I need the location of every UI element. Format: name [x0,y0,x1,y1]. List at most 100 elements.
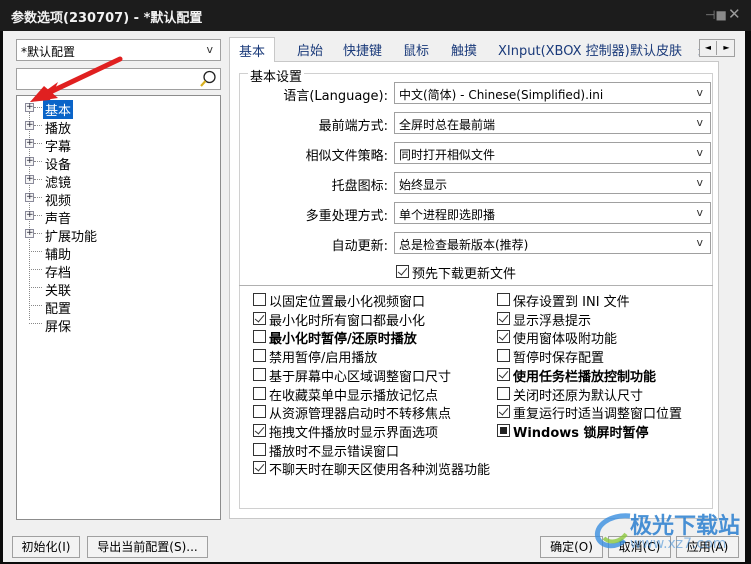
setting-select-value: 始终显示 [399,178,448,192]
checkbox-box[interactable] [497,386,510,400]
checkbox-box[interactable] [253,311,266,325]
checkbox-label: 使用窗体吸附功能 [513,332,618,348]
magnifier-icon[interactable] [199,70,217,88]
checkbox-label: 预先下载更新文件 [412,267,517,282]
tree-item[interactable]: 辅助 [17,243,197,263]
tree-item[interactable]: 存档 [17,261,197,281]
expand-icon[interactable]: + [25,193,34,202]
profile-select-value: *默认配置 [21,45,76,59]
cancel-button[interactable]: 取消(C) [608,536,671,558]
expand-icon[interactable]: + [25,211,34,220]
setting-select[interactable]: 单个进程即选即播 v [394,202,711,224]
tree-item[interactable]: + 滤镜 [17,171,197,191]
checkbox-label: 在收藏菜单中显示播放记忆点 [269,388,439,404]
checkbox-box[interactable] [497,311,510,325]
expand-icon[interactable]: + [25,157,34,166]
checkbox-label: 关闭时还原为默认尺寸 [513,388,644,404]
expand-icon[interactable]: + [25,139,34,148]
tree-connector [34,161,42,162]
checkbox-box[interactable] [253,293,266,306]
checkbox-box[interactable] [497,367,510,381]
checkbox-label: 显示浮悬提示 [513,313,592,329]
chevron-down-icon: v [696,116,703,129]
checkbox-box[interactable] [253,330,266,344]
checkbox-label: 播放时不显示错误窗口 [269,444,400,460]
expand-icon[interactable]: + [25,175,34,184]
checkbox-box[interactable] [253,423,266,437]
tree-item[interactable]: 配置 [17,297,197,317]
divider [239,285,713,286]
setting-label: 最前端方式: [318,119,388,134]
tree-connector [29,287,42,288]
export-config-button[interactable]: 导出当前配置(S)... [87,536,208,558]
checkbox-label: 暂停时保存配置 [513,351,605,367]
tree-item[interactable]: + 声音 [17,207,197,227]
checkbox-box[interactable] [253,367,266,381]
tab-2[interactable]: 快捷键 [343,40,382,59]
tab-6[interactable]: 默认皮肤 [630,40,682,59]
chevron-down-icon: v [206,43,213,56]
tree-connector [34,143,42,144]
tree-item[interactable]: + 基本 [17,99,197,119]
tree-connector [29,269,42,270]
setting-select[interactable]: 同时打开相似文件 v [394,142,711,164]
tab-5[interactable]: XInput(XBOX 控制器) [498,40,630,59]
checkbox-box[interactable] [497,349,510,363]
checkbox-label: 从资源管理器启动时不转移焦点 [269,407,452,423]
checkbox-box[interactable] [253,442,266,456]
expand-icon[interactable]: + [25,103,34,112]
tab-4[interactable]: 触摸 [451,40,477,59]
search-input[interactable] [16,68,221,90]
checkbox-label: 最小化时所有窗口都最小化 [269,313,426,329]
ok-button[interactable]: 确定(O) [540,536,603,558]
tree-item[interactable]: 屏保 [17,315,197,335]
checkbox-box[interactable] [396,265,409,278]
setting-label: 多重处理方式: [305,209,388,224]
pin-icon[interactable]: ⊣■ [705,8,727,22]
checkbox-box[interactable] [497,293,510,306]
tree-item[interactable]: + 扩展功能 [17,225,197,245]
tab-scroll-buttons: ◄ ► [699,39,735,57]
checkbox-box[interactable] [253,405,266,419]
expand-icon[interactable]: + [25,229,34,238]
setting-select[interactable]: 总是检查最新版本(推荐) v [394,232,711,254]
tree-item[interactable]: + 设备 [17,153,197,173]
category-tree[interactable]: + 基本 + 播放 + 字幕 + 设备 + 滤镜 + 视频 + 声音 + 扩展功能 辅助 存档 关联 配置屏保 [16,95,221,520]
close-icon[interactable]: ✕ [728,5,741,23]
checkbox-box[interactable] [253,386,266,400]
checkbox-label: 保存设置到 INI 文件 [513,295,630,310]
tree-item[interactable]: + 视频 [17,189,197,209]
checkbox-box[interactable] [253,461,266,475]
setting-select-value: 中文(简体) - Chinese(Simplified).ini [399,88,604,102]
setting-select[interactable]: 始终显示 v [394,172,711,194]
setting-select[interactable]: 全屏时总在最前端 v [394,112,711,134]
tree-connector [34,233,42,234]
checkbox-box[interactable] [497,405,510,419]
tree-item[interactable]: 关联 [17,279,197,299]
init-button[interactable]: 初始化(I) [12,536,80,558]
tree-connector [29,305,42,306]
tree-connector [34,179,42,180]
tree-item-label: 屏保 [45,320,72,335]
checkbox-label: 使用任务栏播放控制功能 [513,369,657,385]
tree-item[interactable]: + 字幕 [17,135,197,155]
setting-label: 自动更新: [331,239,388,254]
checkbox-box[interactable] [253,349,266,363]
tab-1[interactable]: 启始 [297,40,323,59]
expand-icon[interactable]: + [25,121,34,130]
checkbox-label: 基于屏幕中心区域调整窗口尺寸 [269,369,452,385]
checkbox-label: 拖拽文件播放时显示界面选项 [269,425,439,441]
tab-scroll-right-button[interactable]: ► [718,41,735,55]
checkbox-box[interactable] [497,330,510,344]
setting-label: 语言(Language): [283,89,388,104]
tab-page-basic: 基本设置 语言(Language): 中文(简体) - Chinese(Simpl… [229,61,719,519]
checkbox-box[interactable] [497,423,510,437]
profile-select[interactable]: *默认配置 v [16,39,221,61]
apply-button[interactable]: 应用(A) [676,536,739,558]
tab-0[interactable]: 基本 [229,37,276,62]
tab-3[interactable]: 鼠标 [403,40,429,59]
setting-select[interactable]: 中文(简体) - Chinese(Simplified).ini v [394,82,711,104]
tree-item[interactable]: + 播放 [17,117,197,137]
tab-scroll-left-button[interactable]: ◄ [700,41,717,55]
tab-strip: 基本启始快捷键鼠标触摸XInput(XBOX 控制器)默认皮肤过 [229,37,725,62]
